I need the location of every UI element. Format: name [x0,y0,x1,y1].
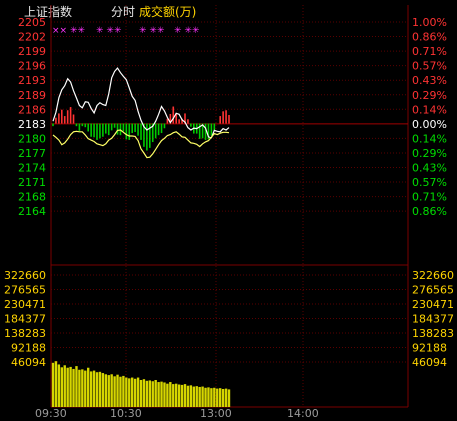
price-tick-label: 2171 [18,176,46,189]
price-tick-label: 2202 [18,31,46,44]
percent-tick-label: 0.86% [412,205,447,218]
percent-tick-label: 0.43% [412,162,447,175]
volume-tick-label: 138283 [4,327,46,340]
volume-bars [51,361,231,407]
volume-tick-label: 276565 [412,284,454,297]
percent-tick-label: 0.86% [412,31,447,44]
price-tick-label: 2164 [18,205,46,218]
percent-tick-label: 0.57% [412,176,447,189]
percent-tick-label: 0.29% [412,147,447,160]
price-axis: 2205 22022199 21962193 21892186 21832180 2177… [18,16,46,218]
percent-tick-label: 0.14% [412,103,447,116]
volume-tick-label: 138283 [412,327,454,340]
volume-tick-label: 92188 [11,342,46,355]
price-tick-label: 2186 [18,103,46,116]
volume-tick-label: 322660 [412,269,454,282]
chart-header: 上证指数 分时 成交额(万) [24,4,196,19]
chart-mode: 分时 [111,5,135,19]
event-marker: ✳ ✳✳ [96,26,122,36]
price-tick-label: 2183 [18,118,46,131]
percent-tick-label: 0.57% [412,60,447,73]
price-lines [52,67,230,159]
price-tick-label: 2177 [18,147,46,160]
intraday-chart: 上证指数 分时 成交额(万) ×× ✳✳ ✳ ✳✳ ✳ ✳✳ ✳ ✳✳ 2205220… [4,4,454,420]
volume-tick-label: 184377 [4,313,46,326]
time-axis: 09:30 10:30 13:00 14:00 [35,407,319,420]
volume-tick-label: 184377 [412,313,454,326]
percent-tick-label: 1.00% [412,16,447,29]
price-tick-label: 2199 [18,45,46,58]
price-tick-label: 2196 [18,60,46,73]
price-tick-label: 2193 [18,74,46,87]
volume-tick-label: 322660 [4,269,46,282]
price-tick-label: 2180 [18,132,46,145]
price-tick-label: 2174 [18,162,46,175]
volume-tick-label: 92188 [412,342,447,355]
event-markers: ×× ✳✳ ✳ ✳✳ ✳ ✳✳ ✳ ✳✳ [52,26,200,36]
time-tick-label: 09:30 [35,407,67,420]
volume-tick-label: 46094 [412,356,447,369]
percent-tick-label: 0.71% [412,45,447,58]
event-marker: ✳ ✳✳ [174,26,200,36]
event-marker: ✳ ✳✳ [139,26,165,36]
volume-tick-label: 230471 [412,298,454,311]
volume-unit-label: 成交额(万) [139,4,196,19]
volume-tick-label: 276565 [4,284,46,297]
volume-tick-label: 230471 [4,298,46,311]
percent-tick-label: 0.43% [412,74,447,87]
percent-tick-label: 0.29% [412,89,447,102]
chart-grid [50,5,409,408]
percent-tick-label: 0.14% [412,132,447,145]
time-tick-label: 14:00 [287,407,319,420]
time-tick-label: 13:00 [200,407,232,420]
percent-axis: 1.00%0.86%0.71%0.57%0.43%0.29%0.14%0.00%… [412,16,447,218]
percent-tick-label: 0.00% [412,118,447,131]
percent-tick-label: 0.71% [412,191,447,204]
price-tick-label: 2168 [18,191,46,204]
volume-axis-right: 322660 276565230471 184377138283 9218846094 [412,269,454,369]
volume-axis-left: 322660 276565230471 184377138283 9218846094 [4,269,46,369]
event-marker: ×× ✳✳ [52,26,85,36]
volume-tick-label: 46094 [11,356,46,369]
price-tick-label: 2205 [18,16,46,29]
time-tick-label: 10:30 [110,407,142,420]
price-tick-label: 2189 [18,89,46,102]
